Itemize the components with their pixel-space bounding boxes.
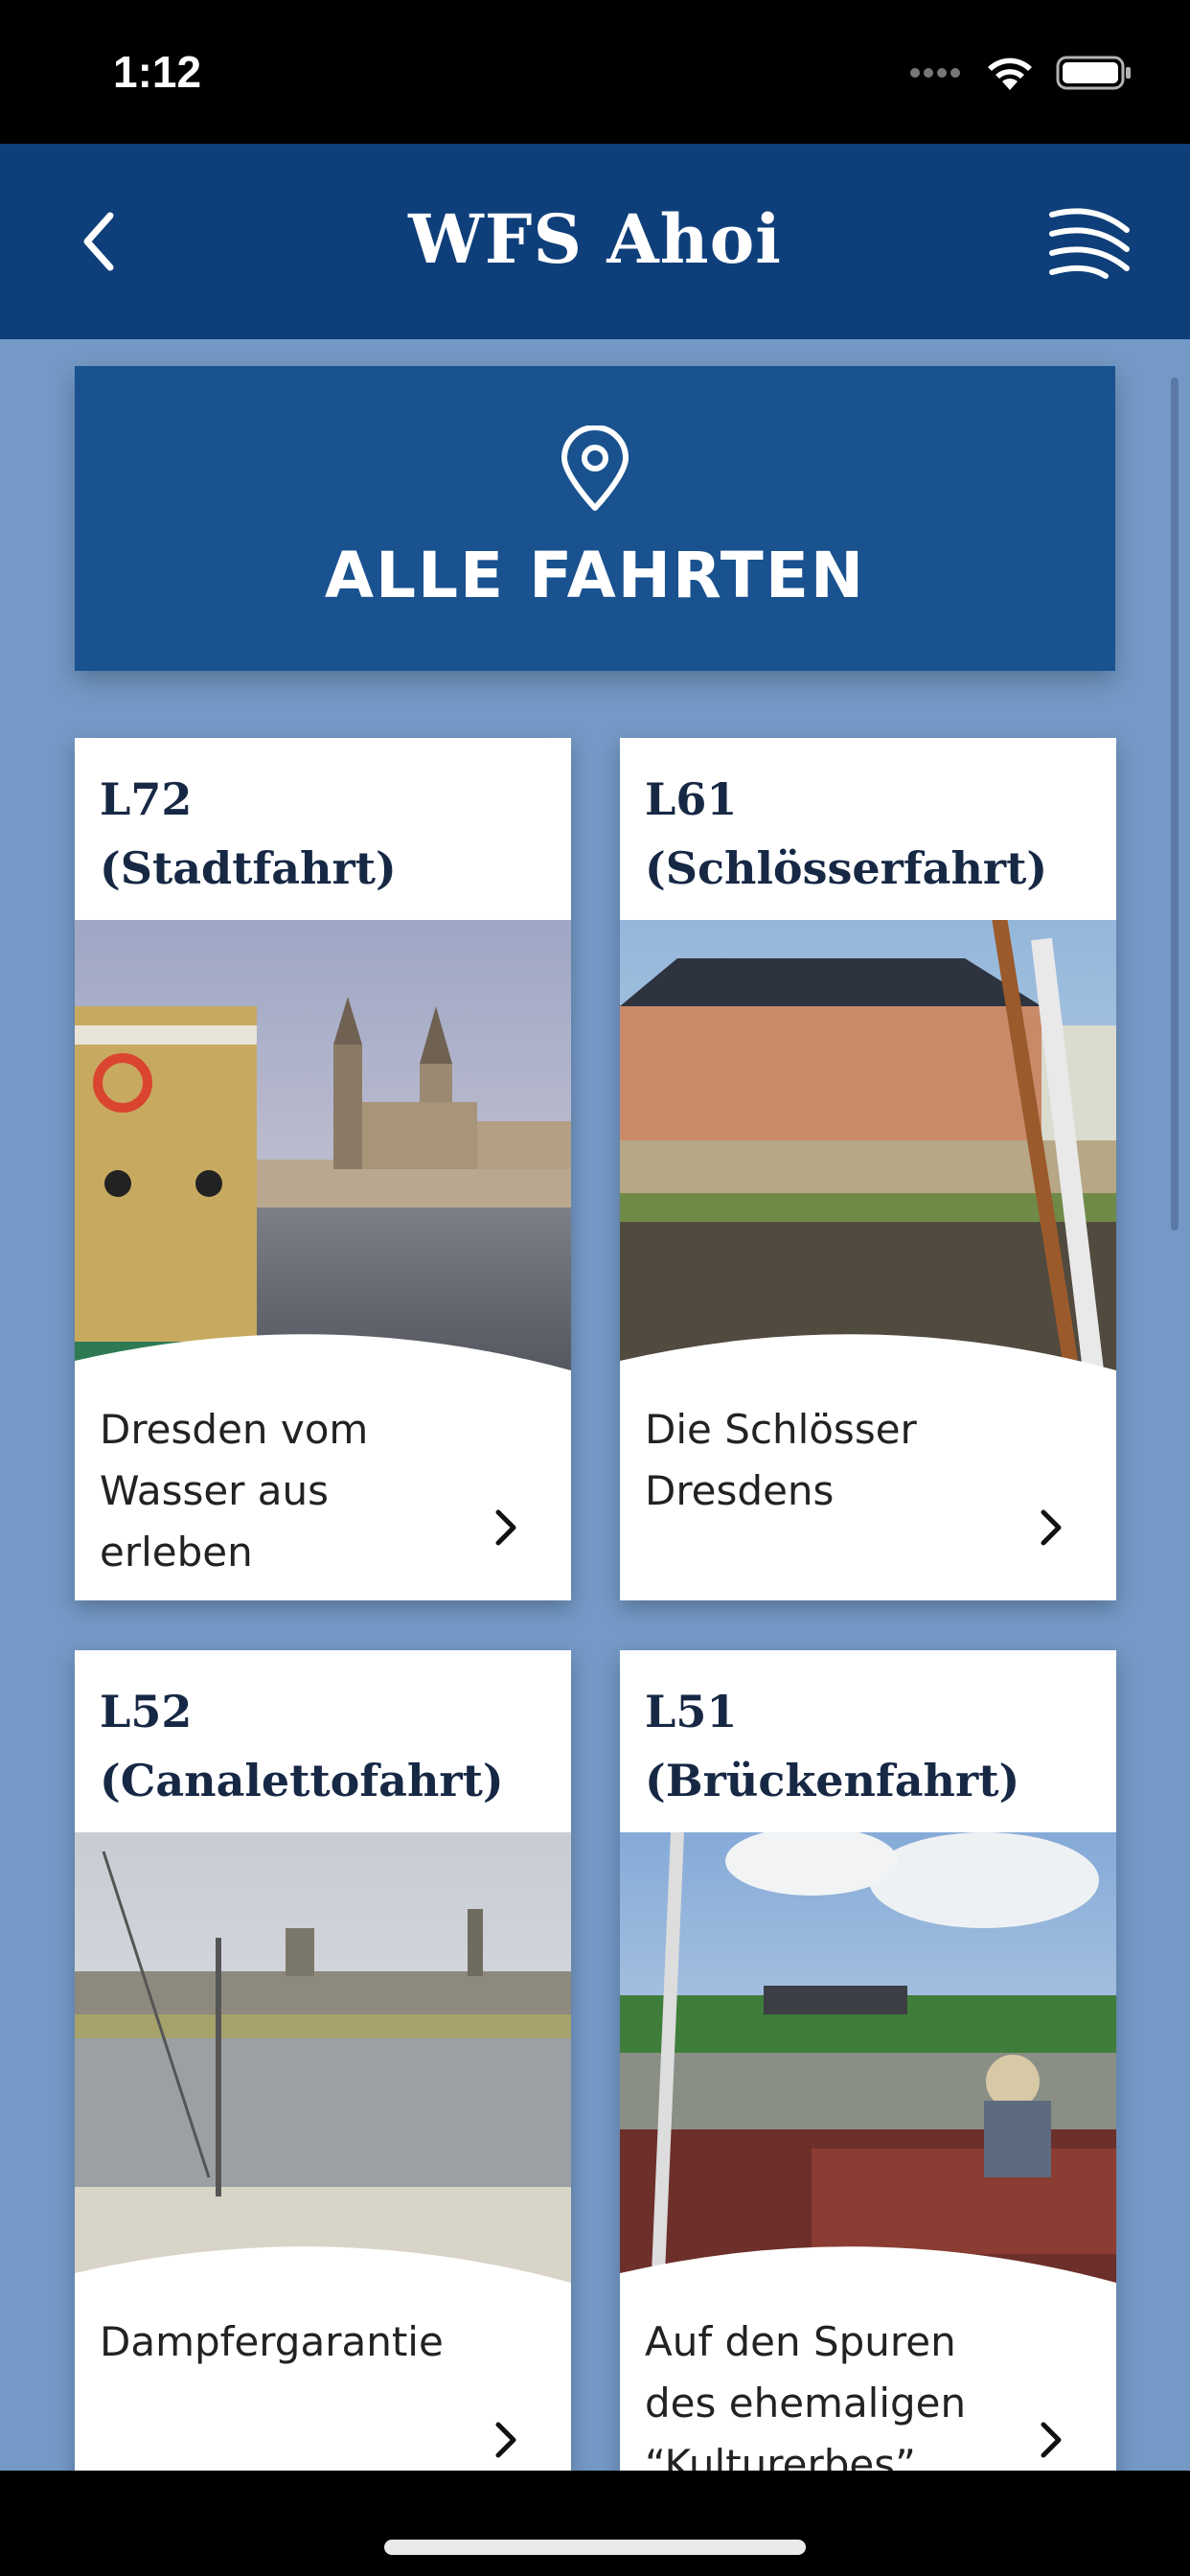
card-description: Dresden vom Wasser aus erleben	[100, 1406, 369, 1576]
card-title: L51 (Brückenfahrt)	[645, 1686, 1020, 1806]
card-description: Die Schlösser Dresdens	[645, 1406, 917, 1514]
card-description: Auf den Spuren des ehemaligen “Kulturerb…	[645, 2318, 967, 2471]
menu-button[interactable]	[1046, 201, 1133, 282]
chevron-right-icon	[1041, 1509, 1062, 1546]
trip-card-l72[interactable]: L72 (Stadtfahrt) Dresden vom Wasser aus …	[75, 738, 571, 1600]
trip-photo-canaletto-view	[75, 1794, 571, 2331]
card-title: L72 (Stadtfahrt)	[100, 773, 397, 894]
wifi-icon	[988, 58, 1032, 90]
trip-photo-bridge-tour	[620, 1794, 1116, 2331]
home-indicator-area	[0, 2471, 1190, 2576]
trip-card-l51[interactable]: L51 (Brückenfahrt) Auf den Spuren des eh…	[620, 1650, 1116, 2471]
card-description: Dampfergarantie	[100, 2318, 444, 2365]
card-title: L52 (Canalettofahrt)	[100, 1686, 504, 1806]
battery-icon	[1056, 56, 1131, 90]
wave-menu-icon	[1049, 208, 1130, 279]
card-title: L61 (Schlösserfahrt)	[645, 773, 1048, 894]
chevron-right-icon	[1041, 2422, 1062, 2458]
all-trips-label: ALLE FAHRTEN	[324, 538, 866, 612]
status-icons	[908, 54, 1133, 92]
content-area[interactable]: ALLE FAHRTEN L72 (Stadtfahrt) Dresden vo…	[0, 339, 1190, 2471]
page-title: WFS Ahoi	[408, 199, 782, 279]
trip-photo-pillnitz-castle	[620, 882, 1116, 1418]
location-pin-icon	[561, 425, 629, 511]
all-trips-button[interactable]: ALLE FAHRTEN	[75, 366, 1115, 671]
chevron-right-icon	[495, 1509, 516, 1546]
home-indicator[interactable]	[384, 2540, 806, 2555]
chevron-right-icon	[495, 2422, 516, 2458]
status-bar: 1:12	[0, 0, 1190, 144]
scrollbar[interactable]	[1171, 378, 1179, 1230]
trip-photo-dresden-city	[75, 882, 571, 1418]
status-time: 1:12	[113, 47, 202, 97]
trip-card-l52[interactable]: L52 (Canalettofahrt) Dampfergarantie	[75, 1650, 571, 2471]
navigation-bar: WFS Ahoi	[0, 144, 1190, 339]
cellular-signal-icon	[910, 68, 960, 78]
trip-card-l61[interactable]: L61 (Schlösserfahrt) Die Schlösser Dresd…	[620, 738, 1116, 1600]
